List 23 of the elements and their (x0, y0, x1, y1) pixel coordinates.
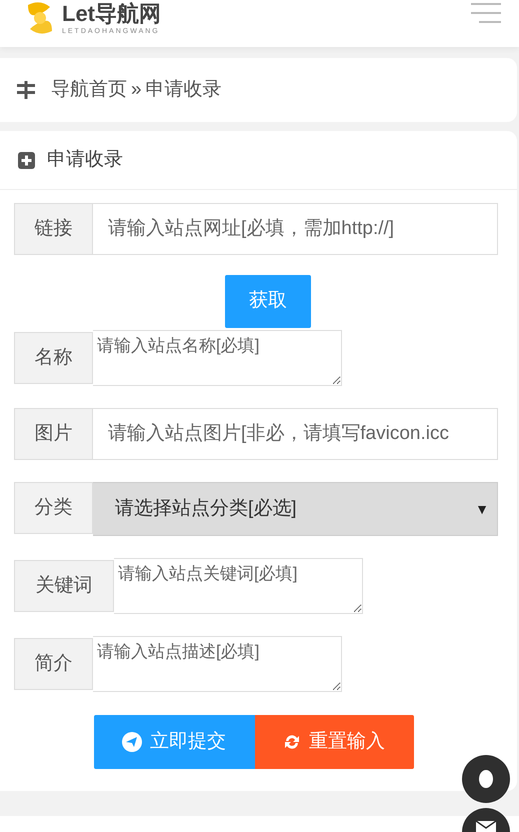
textarea-field[interactable]: 请输入站点名称[必填] (93, 330, 342, 386)
input-field[interactable]: 请输入站点网址[必填，需加http://] (93, 203, 498, 255)
form-title: 申请收录 (47, 148, 123, 172)
logo-text[interactable]: Let导航网 (62, 1, 161, 27)
category-select[interactable]: 请选择站点分类[必选] ▼ (93, 482, 498, 536)
field-label: 名称 (14, 332, 93, 384)
field-label: 简介 (14, 638, 93, 690)
envelope-icon (476, 821, 496, 832)
home-link[interactable]: 导航首页 (51, 76, 127, 104)
dropdown-arrow-icon: ▼ (475, 498, 489, 520)
breadcrumb-separator: » (131, 78, 142, 102)
textarea-field[interactable]: 请输入站点关键词[必填] (114, 558, 363, 614)
breadcrumb-current: 申请收录 (146, 78, 222, 102)
refresh-icon (283, 733, 301, 751)
mail-float-button[interactable] (462, 808, 510, 832)
field-label: 图片 (14, 408, 93, 460)
field-label: 关键词 (14, 560, 114, 612)
field-label: 链接 (14, 203, 93, 255)
paper-plane-icon (122, 732, 142, 752)
plus-square-icon (18, 152, 35, 168)
field-label: 分类 (14, 482, 93, 534)
textarea-field[interactable]: 请输入站点描述[必填] (93, 636, 342, 692)
input-field[interactable]: 请输入站点图片[非必，请填写favicon.icc (93, 408, 498, 460)
